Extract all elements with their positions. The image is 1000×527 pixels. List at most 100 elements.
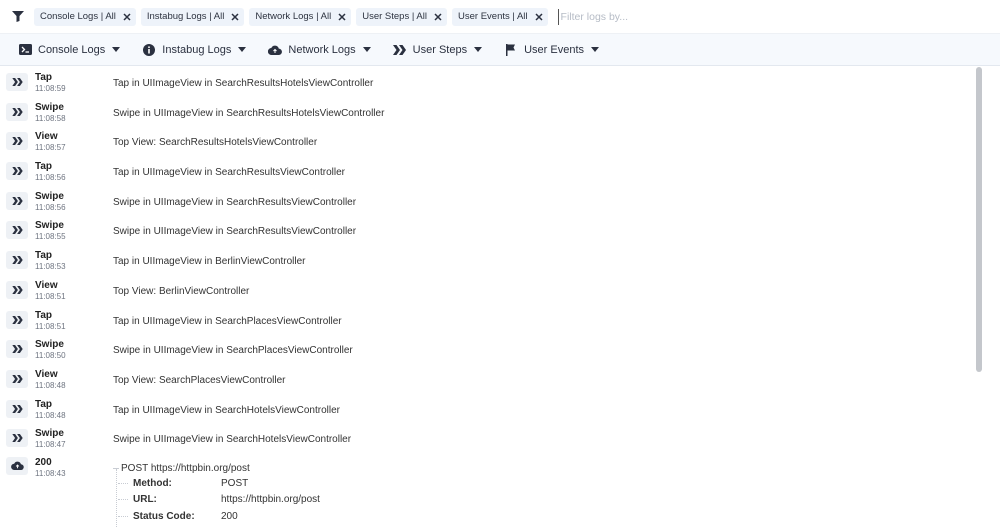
filter-input[interactable]: [557, 8, 858, 25]
scrollbar[interactable]: [976, 67, 983, 527]
log-type: Swipe: [35, 101, 64, 113]
log-message: Swipe in UIImageView in SearchResultsVie…: [113, 196, 357, 208]
steps-icon: [6, 340, 28, 359]
tree-line: [116, 468, 117, 527]
flag-icon: [504, 43, 518, 57]
steps-icon: [6, 162, 28, 181]
network-log-entry[interactable]: 200 11:08:43 POST https://httpbin.org/po…: [0, 453, 985, 527]
log-type-toolbar: Console Logs Instabug Logs Network Logs …: [0, 34, 1000, 66]
user-events-dropdown[interactable]: User Events: [500, 34, 603, 66]
instabug-logs-dropdown[interactable]: Instabug Logs: [138, 34, 250, 66]
network-request-label: POST https://httpbin.org/post: [121, 462, 250, 474]
close-icon[interactable]: [534, 12, 544, 22]
log-row[interactable]: Swipe 11:08:50 Swipe in UIImageView in Sea…: [0, 334, 985, 364]
filter-bar: Console Logs | All Instabug Logs | All N…: [0, 0, 1000, 34]
log-type: View: [35, 368, 58, 380]
log-type: Swipe: [35, 220, 64, 232]
filter-chip-console-logs: Console Logs | All: [34, 7, 136, 26]
user-steps-dropdown[interactable]: User Steps: [389, 34, 486, 66]
log-row[interactable]: Tap 11:08:53 Tap in UIImageView in BerlinV…: [0, 245, 985, 275]
log-row[interactable]: View 11:08:48 Top View: SearchPlacesViewCo…: [0, 364, 985, 394]
log-message: Tap in UIImageView in BerlinViewControll…: [113, 256, 306, 268]
field-value: 200: [221, 510, 238, 522]
network-status: 200: [35, 456, 52, 468]
log-message: Top View: SearchPlacesViewController: [113, 374, 286, 386]
log-row[interactable]: Swipe 11:08:58 Swipe in UIImageView in Sea…: [0, 97, 985, 127]
network-logs-dropdown[interactable]: Network Logs: [264, 34, 374, 66]
filter-icon[interactable]: [11, 11, 25, 23]
log-type: Tap: [35, 250, 53, 262]
network-field-status-code: Status Code: 200: [118, 511, 238, 522]
network-time: 11:08:43: [35, 468, 66, 478]
log-row[interactable]: Swipe 11:08:56 Swipe in UIImageView in Sea…: [0, 186, 985, 216]
filter-chip-user-events: User Events | All: [452, 7, 548, 26]
log-time: 11:08:48: [35, 410, 66, 420]
network-field-method: Method: POST: [118, 478, 248, 489]
info-icon: [142, 43, 156, 57]
close-icon[interactable]: [122, 12, 132, 22]
steps-icon: [6, 191, 28, 210]
terminal-icon: [18, 43, 32, 57]
console-logs-dropdown[interactable]: Console Logs: [14, 34, 124, 66]
chip-label: User Events | All: [458, 11, 528, 22]
chip-label: User Steps | All: [362, 11, 427, 22]
log-message: Tap in UIImageView in SearchHotelsViewCo…: [113, 404, 340, 416]
log-list: Tap 11:08:59 Tap in UIImageView in SearchR…: [0, 67, 985, 527]
log-time: 11:08:51: [35, 321, 66, 331]
log-row[interactable]: Tap 11:08:56 Tap in UIImageView in SearchR…: [0, 156, 985, 186]
steps-icon: [6, 102, 28, 121]
log-time: 11:08:57: [35, 143, 66, 153]
cloud-icon: [6, 456, 28, 475]
log-type: View: [35, 279, 58, 291]
steps-icon: [6, 280, 28, 299]
steps-icon: [6, 132, 28, 151]
steps-icon: [6, 429, 28, 448]
field-key: Method:: [133, 477, 172, 489]
log-message: Tap in UIImageView in SearchPlacesViewCo…: [113, 315, 342, 327]
log-time: 11:08:53: [35, 262, 66, 272]
filter-chip-network-logs: Network Logs | All: [249, 7, 352, 26]
log-type: Tap: [35, 398, 53, 410]
user-steps-label: User Steps: [412, 43, 468, 56]
log-row[interactable]: Swipe 11:08:55 Swipe in UIImageView in Sea…: [0, 215, 985, 245]
log-message: Swipe in UIImageView in SearchPlacesView…: [113, 345, 353, 357]
log-time: 11:08:58: [35, 113, 66, 123]
log-row[interactable]: View 11:08:51 Top View: BerlinViewControll…: [0, 275, 985, 305]
log-row[interactable]: View 11:08:57 Top View: SearchResultsHotel…: [0, 126, 985, 156]
log-time: 11:08:56: [35, 173, 66, 183]
filter-chip-instabug-logs: Instabug Logs | All: [140, 7, 245, 26]
chevron-down-icon: [238, 47, 247, 53]
instabug-logs-label: Instabug Logs: [162, 43, 232, 56]
log-message: Tap in UIImageView in SearchResultsHotel…: [113, 78, 374, 89]
filter-chip-user-steps: User Steps | All: [356, 7, 447, 26]
field-value: https://httpbin.org/post: [221, 493, 320, 505]
close-icon[interactable]: [230, 12, 240, 22]
log-row[interactable]: Tap 11:08:59 Tap in UIImageView in SearchR…: [0, 67, 985, 97]
log-type: Swipe: [35, 339, 64, 351]
field-value: POST: [221, 477, 249, 489]
network-logs-label: Network Logs: [288, 43, 356, 56]
steps-icon: [6, 221, 28, 240]
log-message: Top View: BerlinViewController: [113, 285, 250, 297]
log-time: 11:08:48: [35, 380, 66, 390]
log-message: Swipe in UIImageView in SearchResultsVie…: [113, 226, 357, 238]
user-events-label: User Events: [524, 43, 585, 56]
log-type: Swipe: [35, 190, 64, 202]
network-request[interactable]: POST https://httpbin.org/post: [113, 463, 250, 474]
field-key: Status Code:: [133, 510, 195, 522]
steps-icon: [6, 369, 28, 388]
scrollbar-thumb[interactable]: [976, 67, 982, 372]
log-time: 11:08:50: [35, 351, 66, 361]
close-icon[interactable]: [337, 12, 347, 22]
chevron-down-icon: [362, 47, 371, 53]
log-type: View: [35, 131, 58, 143]
log-type: Tap: [35, 161, 53, 173]
log-type: Swipe: [35, 428, 64, 440]
log-row[interactable]: Tap 11:08:48 Tap in UIImageView in SearchH…: [0, 394, 985, 424]
close-icon[interactable]: [433, 12, 443, 22]
log-time: 11:08:47: [35, 440, 66, 450]
log-row[interactable]: Tap 11:08:51 Tap in UIImageView in SearchP…: [0, 305, 985, 335]
log-row[interactable]: Swipe 11:08:47 Swipe in UIImageView in Sea…: [0, 423, 985, 453]
steps-icon: [6, 310, 28, 329]
log-message: Swipe in UIImageView in SearchHotelsView…: [113, 434, 352, 446]
